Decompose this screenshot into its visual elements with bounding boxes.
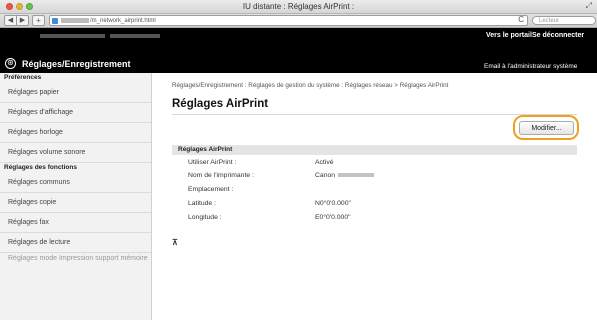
- setting-value: Activé: [315, 159, 334, 166]
- title-divider: [172, 114, 577, 115]
- settings-gear-icon: ⊛: [5, 58, 16, 69]
- setting-label: Longitude :: [188, 214, 222, 221]
- sidebar-item-copy[interactable]: Réglages copie: [0, 193, 151, 213]
- nav-buttons: ◀ ▶: [4, 15, 29, 26]
- sidebar-section-preferences: Préférences: [4, 74, 42, 81]
- app-title: Réglages/Enregistrement: [22, 59, 131, 69]
- reload-icon[interactable]: C: [518, 15, 524, 24]
- app-header: Vers le portail Se déconnecter Email à l…: [0, 28, 597, 73]
- fullscreen-icon[interactable]: ⤢: [586, 1, 592, 11]
- window-controls: [6, 3, 33, 10]
- minimize-window-button[interactable]: [16, 3, 23, 10]
- device-model-redacted: [110, 34, 160, 38]
- site-favicon-icon: [52, 17, 58, 24]
- logout-link[interactable]: Se déconnecter: [532, 32, 584, 39]
- setting-value: N0°0'0.000": [315, 200, 351, 207]
- setting-label: Emplacement :: [188, 186, 234, 193]
- setting-label: Utiliser AirPrint :: [188, 159, 237, 166]
- add-bookmark-button[interactable]: +: [32, 15, 45, 26]
- main-content: Réglages/Enregistrement : Réglages de ge…: [152, 73, 597, 320]
- setting-value: Canon: [315, 172, 375, 179]
- address-bar[interactable]: /m_network_airprint.html C: [49, 15, 528, 26]
- back-button[interactable]: ◀: [5, 16, 16, 25]
- sidebar-item-volume[interactable]: Réglages volume sonore: [0, 143, 151, 163]
- email-admin-link[interactable]: Email à l'administrateur système: [484, 63, 577, 70]
- sidebar-item-clock[interactable]: Réglages horloge: [0, 123, 151, 143]
- maximize-window-button[interactable]: [26, 3, 33, 10]
- window-titlebar: IU distante : Réglages AirPrint : ⤢: [0, 0, 597, 14]
- reader-button[interactable]: Lecteur: [532, 16, 596, 25]
- modify-button[interactable]: Modifier...: [519, 121, 574, 135]
- printer-model-redacted: [338, 173, 375, 178]
- sidebar-item-memory-print: Réglages mode Impression support mémoire: [8, 255, 148, 262]
- sidebar-section-functions: Réglages des fonctions: [4, 164, 77, 171]
- sidebar-item-display[interactable]: Réglages d'affichage: [0, 103, 151, 123]
- window-title: IU distante : Réglages AirPrint :: [242, 2, 355, 11]
- panel-header: Réglages AirPrint: [172, 145, 577, 155]
- back-to-top-icon[interactable]: ⊼: [172, 238, 178, 247]
- printer-name-text: Canon: [315, 172, 336, 179]
- browser-toolbar: ◀ ▶ + /m_network_airprint.html C Lecteur: [0, 14, 597, 28]
- url-path: /m_network_airprint.html: [90, 17, 156, 24]
- forward-button[interactable]: ▶: [16, 16, 28, 25]
- breadcrumb: Réglages/Enregistrement : Réglages de ge…: [172, 82, 449, 89]
- portal-link[interactable]: Vers le portail: [486, 32, 532, 39]
- sidebar-item-paper[interactable]: Réglages papier: [0, 83, 151, 103]
- device-name-redacted: [40, 34, 105, 38]
- sidebar-item-fax[interactable]: Réglages fax: [0, 213, 151, 233]
- url-host-redacted: [61, 18, 89, 23]
- close-window-button[interactable]: [6, 3, 13, 10]
- setting-label: Latitude :: [188, 200, 216, 207]
- setting-label: Nom de l'imprimante :: [188, 172, 254, 179]
- sidebar: Préférences Réglages papier Réglages d'a…: [0, 73, 152, 320]
- sidebar-item-scan[interactable]: Réglages de lecture: [0, 233, 151, 253]
- sidebar-item-common[interactable]: Réglages communs: [0, 173, 151, 193]
- setting-value: E0°0'0.000": [315, 214, 351, 221]
- page-title: Réglages AirPrint: [172, 98, 269, 110]
